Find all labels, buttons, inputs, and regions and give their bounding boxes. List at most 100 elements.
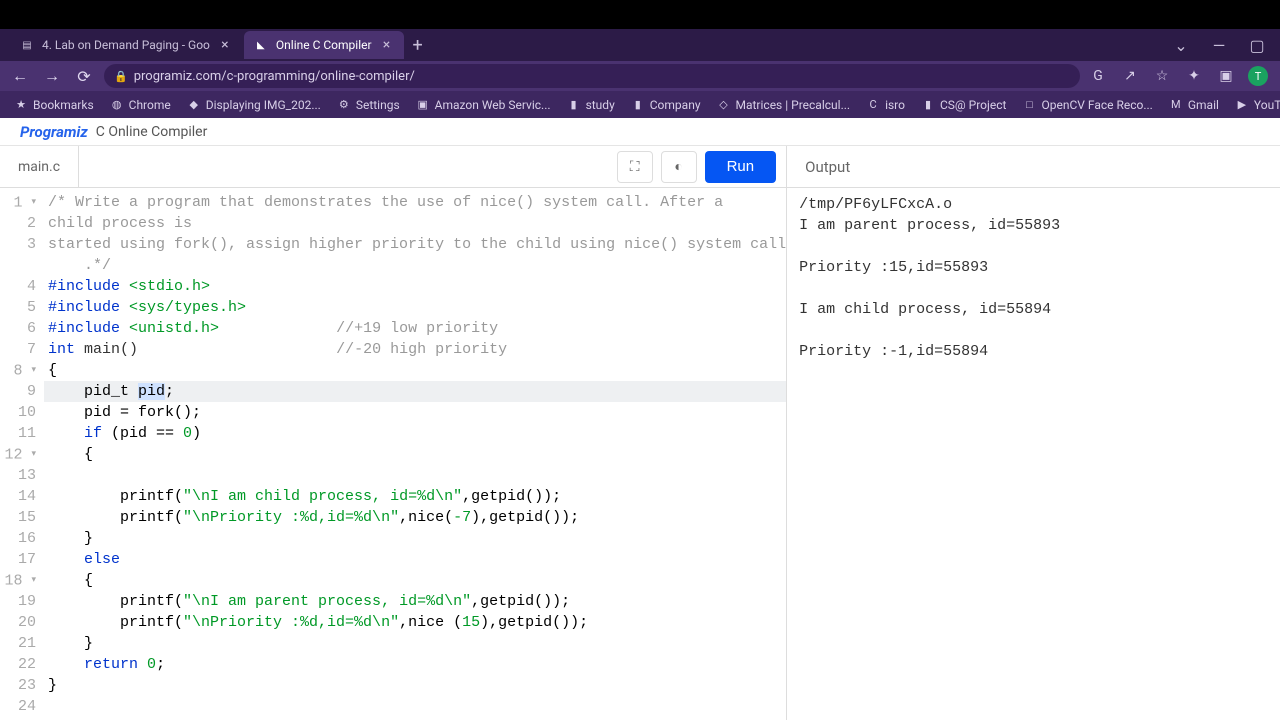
- bookmark-item[interactable]: ▮ study: [561, 98, 621, 112]
- bookmark-label: Bookmarks: [33, 98, 94, 112]
- tab-title: 4. Lab on Demand Paging - Goo: [42, 38, 210, 52]
- code-line[interactable]: }: [44, 675, 786, 696]
- fullscreen-button[interactable]: ⛶: [617, 151, 653, 183]
- bookmark-icon: ◇: [717, 98, 731, 112]
- bookmark-item[interactable]: ▮ Company: [625, 98, 707, 112]
- code-line[interactable]: {: [44, 570, 786, 591]
- code-line[interactable]: {: [44, 444, 786, 465]
- code-line[interactable]: }: [44, 528, 786, 549]
- file-tab[interactable]: main.c: [0, 146, 79, 187]
- bookmark-icon: ▮: [567, 98, 581, 112]
- bookmark-icon: ▮: [631, 98, 645, 112]
- site-logo[interactable]: Programiz: [20, 123, 88, 141]
- bookmark-icon: ◆: [187, 98, 201, 112]
- code-line[interactable]: if (pid == 0): [44, 423, 786, 444]
- bookmark-item[interactable]: ▶ YouTube: [1229, 98, 1280, 112]
- bookmark-label: Company: [650, 98, 701, 112]
- bookmark-icon: M: [1169, 98, 1183, 112]
- bookmark-star-icon[interactable]: ☆: [1152, 66, 1172, 86]
- code-line[interactable]: printf("\nPriority :%d,id=%d\n",nice (15…: [44, 612, 786, 633]
- bookmark-item[interactable]: ◍ Chrome: [104, 98, 177, 112]
- bookmark-item[interactable]: □ OpenCV Face Reco...: [1016, 98, 1158, 112]
- bookmark-icon: C: [866, 98, 880, 112]
- share-icon[interactable]: ↗: [1120, 66, 1140, 86]
- url-text: programiz.com/c-programming/online-compi…: [134, 69, 415, 84]
- panel-icon[interactable]: ▣: [1216, 66, 1236, 86]
- code-line[interactable]: #include <sys/types.h>: [44, 297, 786, 318]
- forward-button[interactable]: →: [40, 64, 64, 88]
- bookmark-icon: ⚙: [337, 98, 351, 112]
- code-editor[interactable]: 1 ▾2 3 4 5 6 7 8 ▾9 10 11 12 ▾13 14 15 1…: [0, 188, 786, 720]
- bookmark-label: isro: [885, 98, 905, 112]
- tab-search-icon[interactable]: ⌄: [1172, 36, 1190, 55]
- code-line[interactable]: #include <stdio.h>: [44, 276, 786, 297]
- code-line[interactable]: started using fork(), assign higher prio…: [44, 234, 786, 255]
- bookmark-label: Chrome: [129, 98, 171, 112]
- bookmark-item[interactable]: ▣Amazon Web Servic...: [410, 98, 557, 112]
- code-line[interactable]: child process is: [44, 213, 786, 234]
- code-line[interactable]: printf("\nI am child process, id=%d\n",g…: [44, 486, 786, 507]
- tab-strip-right: ⌄ — ▢: [1172, 36, 1280, 55]
- bookmark-label: OpenCV Face Reco...: [1041, 98, 1152, 112]
- page-content: Programiz C Online Compiler main.c ⛶ ◐ R…: [0, 118, 1280, 720]
- url-input[interactable]: 🔒 programiz.com/c-programming/online-com…: [104, 64, 1080, 88]
- browser-tab-0[interactable]: ▤ 4. Lab on Demand Paging - Goo ×: [10, 31, 242, 59]
- profile-avatar[interactable]: T: [1248, 66, 1268, 86]
- code-line[interactable]: [44, 465, 786, 486]
- run-button[interactable]: Run: [705, 151, 777, 183]
- site-icon: ◣: [254, 38, 268, 52]
- bookmark-label: Matrices | Precalcul...: [736, 98, 851, 112]
- bookmark-icon: ▶: [1235, 98, 1249, 112]
- bookmark-icon: ★: [14, 98, 28, 112]
- page-subtitle: C Online Compiler: [96, 124, 208, 140]
- code-line[interactable]: [44, 696, 786, 717]
- code-line[interactable]: }: [44, 633, 786, 654]
- code-line[interactable]: int main() //-20 high priority: [44, 339, 786, 360]
- new-tab-button[interactable]: +: [406, 33, 430, 57]
- address-bar: ← → ⟳ 🔒 programiz.com/c-programming/onli…: [0, 61, 1280, 91]
- editor-pane: main.c ⛶ ◐ Run 1 ▾2 3 4 5 6 7 8 ▾9 10 11…: [0, 146, 787, 720]
- line-gutter: 1 ▾2 3 4 5 6 7 8 ▾9 10 11 12 ▾13 14 15 1…: [0, 192, 44, 720]
- bookmark-item[interactable]: ◇ Matrices | Precalcul...: [711, 98, 857, 112]
- browser-tab-1[interactable]: ◣ Online C Compiler ×: [244, 31, 404, 59]
- bookmark-item[interactable]: ▮CS@ Project: [915, 98, 1013, 112]
- back-button[interactable]: ←: [8, 64, 32, 88]
- minimize-icon[interactable]: —: [1210, 36, 1228, 55]
- code-line[interactable]: pid_t pid;: [44, 381, 786, 402]
- extensions-icon[interactable]: ✦: [1184, 66, 1204, 86]
- code-line[interactable]: else: [44, 549, 786, 570]
- translate-icon[interactable]: G: [1088, 66, 1108, 86]
- code-line[interactable]: printf("\nPriority :%d,id=%d\n",nice(-7)…: [44, 507, 786, 528]
- reload-button[interactable]: ⟳: [72, 64, 96, 88]
- output-header: Output: [787, 146, 1280, 188]
- tab-title: Online C Compiler: [276, 38, 372, 52]
- lock-icon: 🔒: [114, 70, 128, 83]
- code-line[interactable]: #include <unistd.h> //+19 low priority: [44, 318, 786, 339]
- bookmark-icon: ▣: [416, 98, 430, 112]
- code-line[interactable]: return 0;: [44, 654, 786, 675]
- bookmark-item[interactable]: Cisro: [860, 98, 911, 112]
- code-line[interactable]: pid = fork();: [44, 402, 786, 423]
- bookmark-label: CS@ Project: [940, 98, 1007, 112]
- code-line[interactable]: /* Write a program that demonstrates the…: [44, 192, 786, 213]
- close-icon[interactable]: ×: [380, 38, 394, 52]
- code-line[interactable]: {: [44, 360, 786, 381]
- bookmark-item[interactable]: ★ Bookmarks: [8, 98, 100, 112]
- bookmark-label: study: [586, 98, 615, 112]
- code-line[interactable]: printf("\nI am parent process, id=%d\n",…: [44, 591, 786, 612]
- bookmark-item[interactable]: M Gmail: [1163, 98, 1225, 112]
- bookmark-label: YouTube: [1254, 98, 1280, 112]
- theme-toggle-button[interactable]: ◐: [661, 151, 697, 183]
- output-pane: Output /tmp/PF6yLFCxcA.o I am parent pro…: [787, 146, 1280, 720]
- bookmark-item[interactable]: ⚙Settings: [331, 98, 406, 112]
- bookmark-icon: ◍: [110, 98, 124, 112]
- address-bar-actions: G ↗ ☆ ✦ ▣ T: [1088, 66, 1272, 86]
- output-body[interactable]: /tmp/PF6yLFCxcA.o I am parent process, i…: [787, 188, 1280, 720]
- code-lines[interactable]: /* Write a program that demonstrates the…: [44, 192, 786, 720]
- close-icon[interactable]: ×: [218, 38, 232, 52]
- code-line[interactable]: .*/: [44, 255, 786, 276]
- maximize-icon[interactable]: ▢: [1248, 36, 1266, 55]
- bookmark-icon: □: [1022, 98, 1036, 112]
- bookmark-item[interactable]: ◆Displaying IMG_202...: [181, 98, 327, 112]
- bookmark-label: Gmail: [1188, 98, 1219, 112]
